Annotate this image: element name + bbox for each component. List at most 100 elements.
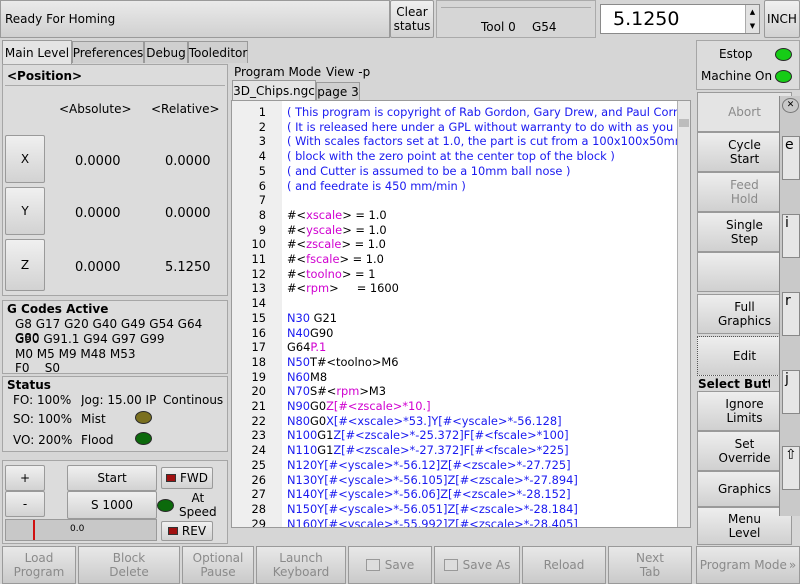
tab-debug[interactable]: Debug [144,41,188,63]
spin-arrows[interactable]: ▲ ▼ [745,5,759,33]
forward-button[interactable]: FWD [161,467,213,489]
axis-z-button[interactable]: Z [5,239,45,291]
view-label: View -p [326,65,371,79]
line-number: 13 [251,281,267,296]
graphics-button[interactable]: Graphics [697,471,792,507]
single-step-button[interactable]: Single Step [697,212,792,252]
line-number: 25 [251,457,267,472]
tab-page-3[interactable]: page 3 [316,82,360,101]
feed-hold-button[interactable]: Feed Hold [697,172,792,212]
line-number: 23 [251,428,267,443]
code-line[interactable]: 27 N140Y[#<yscale>*-56.06]Z[#<zscale>*-28… [232,487,676,502]
axis-x-button[interactable]: X [5,135,45,183]
set-override-button[interactable]: Set Override [697,431,792,471]
code-line[interactable]: 20 N70S#<rpm>M3 [232,384,676,399]
code-line[interactable]: 21 N90G0Z[#<zscale>*10.] [232,399,676,414]
code-line[interactable]: 13 #<rpm> = 1600 [232,281,676,296]
edit-button[interactable]: Edit [697,336,792,376]
popup-close-icon[interactable]: ✕ [782,98,799,113]
popup-key[interactable]: i [782,214,800,258]
code-line[interactable]: 2 ( It is released here under a GPL witho… [232,119,684,135]
reload-button[interactable]: Reload [522,546,606,584]
popup-key[interactable]: r [782,292,800,336]
tab-file[interactable]: 3D_Chips.ngc [232,80,316,101]
code-line[interactable]: 5 ( and Cutter is assumed to be a 10mm ba… [232,164,676,179]
code-line[interactable]: 16 N40G90 [232,326,676,341]
tab-preferences[interactable]: Preferences [72,41,144,63]
spindle-start-button[interactable]: Start [67,465,157,491]
tab-main-level[interactable]: Main Level [2,40,72,64]
code-line[interactable]: 14 [232,296,676,311]
code-line[interactable]: 19 N60M8 [232,370,676,385]
code-line[interactable]: 10 #<zscale> = 1.0 [232,237,676,252]
launch-keyboard-button[interactable]: Launch Keyboard [256,546,346,584]
reverse-button[interactable]: REV [161,521,213,541]
line-number: 17 [251,340,267,355]
load-program-button[interactable]: Load Program [2,546,76,584]
code-line[interactable]: 17 G64P.1 [232,340,676,355]
code-line[interactable]: 4 ( block with the zero point at the cent… [232,149,676,164]
spindle-minus-button[interactable]: - [5,491,45,517]
code-text: N40G90 [287,325,334,340]
full-graphics-button[interactable]: Full Graphics [697,294,792,334]
clear-status-button[interactable]: Clear status [390,0,434,38]
code-editor[interactable]: 1 ( This program is copyright of Rab Gord… [231,100,691,528]
ignore-limits-button[interactable]: Ignore Limits [697,391,792,431]
code-text: #<yscale> = 1.0 [287,222,387,237]
tab-tooleditor[interactable]: Tooleditor [188,41,248,63]
code-line[interactable]: 11 #<fscale> = 1.0 [232,252,676,267]
code-line[interactable]: 23 N100G1Z[#<zscale>*-25.372]F[#<fscale>*… [232,428,676,443]
z-absolute-value: 0.0000 [75,260,121,275]
code-line[interactable]: 26 N130Y[#<yscale>*-56.105]Z[#<zscale>*-2… [232,473,676,488]
code-text: ( This program is copyright of Rab Gordo… [287,105,688,119]
code-line[interactable]: 12 #<toolno> = 1 [232,267,676,282]
line-number: 10 [251,237,267,252]
next-tab-button[interactable]: Next Tab [608,546,692,584]
feed-spinbox[interactable]: 5.1250 ▲ ▼ [600,4,760,34]
spindle-speed-button[interactable]: S 1000 [67,491,157,519]
code-line[interactable]: 3 ( With scales factors set at 1.0, the p… [232,134,686,149]
code-line[interactable]: 15 N30 G21 [232,311,676,326]
code-line[interactable]: 18 N50T#<toolno>M6 [232,355,676,370]
program-mode-label: Program Mode [234,65,322,79]
code-text: ( and Cutter is assumed to be a 10mm bal… [287,163,571,178]
abort-button[interactable]: Abort [697,92,792,132]
code-scrollbar[interactable] [677,101,690,527]
popup-key[interactable]: j [782,370,800,414]
x-absolute-value: 0.0000 [75,154,121,169]
line-number: 2 [258,119,266,134]
units-button[interactable]: INCH [764,0,800,38]
menu-level-button[interactable]: Menu Level [697,507,792,545]
code-line[interactable]: 28 N150Y[#<yscale>*-56.051]Z[#<zscale>*-2… [232,502,676,517]
code-line[interactable]: 7 [232,193,676,208]
code-line[interactable]: 8 #<xscale> = 1.0 [232,208,676,223]
spindle-bar: 0.0 [5,519,157,541]
code-line[interactable]: 29 N160Y[#<yscale>*-55.992]Z[#<zscale>*-2… [232,517,676,527]
tool-label: Tool 0 [481,20,516,34]
cycle-start-button[interactable]: Cycle Start [697,132,792,172]
estop-led-icon[interactable] [775,48,792,61]
axis-y-button[interactable]: Y [5,187,45,235]
save-button[interactable]: Save [348,546,432,584]
code-text: #<zscale> = 1.0 [287,237,386,252]
block-delete-button[interactable]: Block Delete [78,546,180,584]
code-line[interactable]: 9 #<yscale> = 1.0 [232,223,676,238]
save-as-button[interactable]: Save As [434,546,520,584]
blank-side-button[interactable] [697,252,792,292]
popup-key[interactable]: ⇧ [782,446,800,490]
program-mode-button[interactable]: Program Mode» [696,546,800,584]
reverse-label: REV [181,524,207,538]
line-number: 14 [251,296,267,311]
code-text: #<rpm> = 1600 [287,281,399,296]
code-line[interactable]: 1 ( This program is copyright of Rab Gord… [232,105,687,120]
optional-pause-button[interactable]: Optional Pause [182,546,254,584]
machine-on-led-icon[interactable] [775,70,792,83]
code-line[interactable]: 24 N110G1Z[#<zscale>*-27.372]F[#<fscale>*… [232,443,676,458]
code-line[interactable]: 6 ( and feedrate is 450 mm/min ) [232,179,676,194]
spindle-plus-button[interactable]: + [5,465,45,491]
code-text: N80G0X[#<xscale>*53.]Y[#<yscale>*-56.128… [287,413,562,428]
line-number: 20 [251,384,267,399]
popup-key[interactable]: e [782,136,800,180]
code-line[interactable]: 25 N120Y[#<yscale>*-56.12]Z[#<zscale>*-27… [232,458,676,473]
code-line[interactable]: 22 N80G0X[#<xscale>*53.]Y[#<yscale>*-56.1… [232,414,676,429]
